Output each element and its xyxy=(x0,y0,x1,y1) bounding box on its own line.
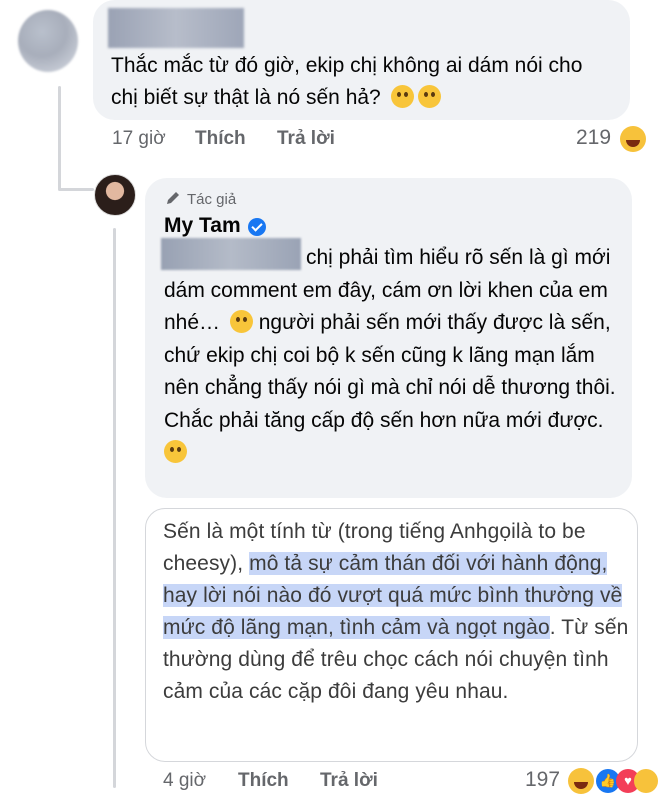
commenter-avatar[interactable] xyxy=(18,10,78,72)
reply-text: chị phải tìm hiểu rõ sến là gì mới dám c… xyxy=(164,242,624,470)
shushing-face-emoji-icon xyxy=(390,85,414,108)
wow-reaction-icon xyxy=(634,769,658,793)
pleading-face-emoji-icon xyxy=(417,85,441,108)
grinning-face-emoji-icon xyxy=(164,440,187,463)
comment-body: Thắc mắc từ đó giờ, ekip chị không ai dá… xyxy=(111,54,583,109)
reply-time[interactable]: 4 giờ xyxy=(163,770,206,792)
reply-reply-button[interactable]: Trả lời xyxy=(320,770,378,792)
comment-text: Thắc mắc từ đó giờ, ekip chị không ai dá… xyxy=(111,50,611,114)
thread-line xyxy=(58,86,61,190)
reply-reaction-count[interactable]: 197 xyxy=(525,768,560,792)
author-tag: Tác giả xyxy=(165,190,236,208)
author-name[interactable]: My Tam xyxy=(164,214,241,238)
author-avatar[interactable] xyxy=(94,174,136,216)
quote-text: Sến là một tính từ (trong tiếng Anhɡọilà… xyxy=(163,516,633,708)
reply-like-button[interactable]: Thích xyxy=(238,770,289,792)
pen-icon xyxy=(167,192,179,204)
comment-time[interactable]: 17 giờ xyxy=(112,128,166,150)
commenter-name-redacted[interactable] xyxy=(108,8,244,48)
like-button[interactable]: Thích xyxy=(195,128,246,150)
thread-line-reply xyxy=(113,228,116,788)
reaction-count[interactable]: 219 xyxy=(576,126,611,150)
haha-reaction-icon xyxy=(620,126,646,152)
smiling-face-emoji-icon xyxy=(229,310,253,333)
reply-button[interactable]: Trả lời xyxy=(277,128,335,150)
verified-badge-icon xyxy=(248,218,266,236)
quote-glyph: ɡọ xyxy=(487,520,512,543)
thread-line-branch xyxy=(58,188,94,191)
reply-body-part2: người phải sến mới thấy được là sến, chứ… xyxy=(164,311,616,432)
quote-intro: Sến là một tính từ (trong tiếng Anh xyxy=(163,520,488,543)
haha-reaction-icon xyxy=(568,768,594,794)
